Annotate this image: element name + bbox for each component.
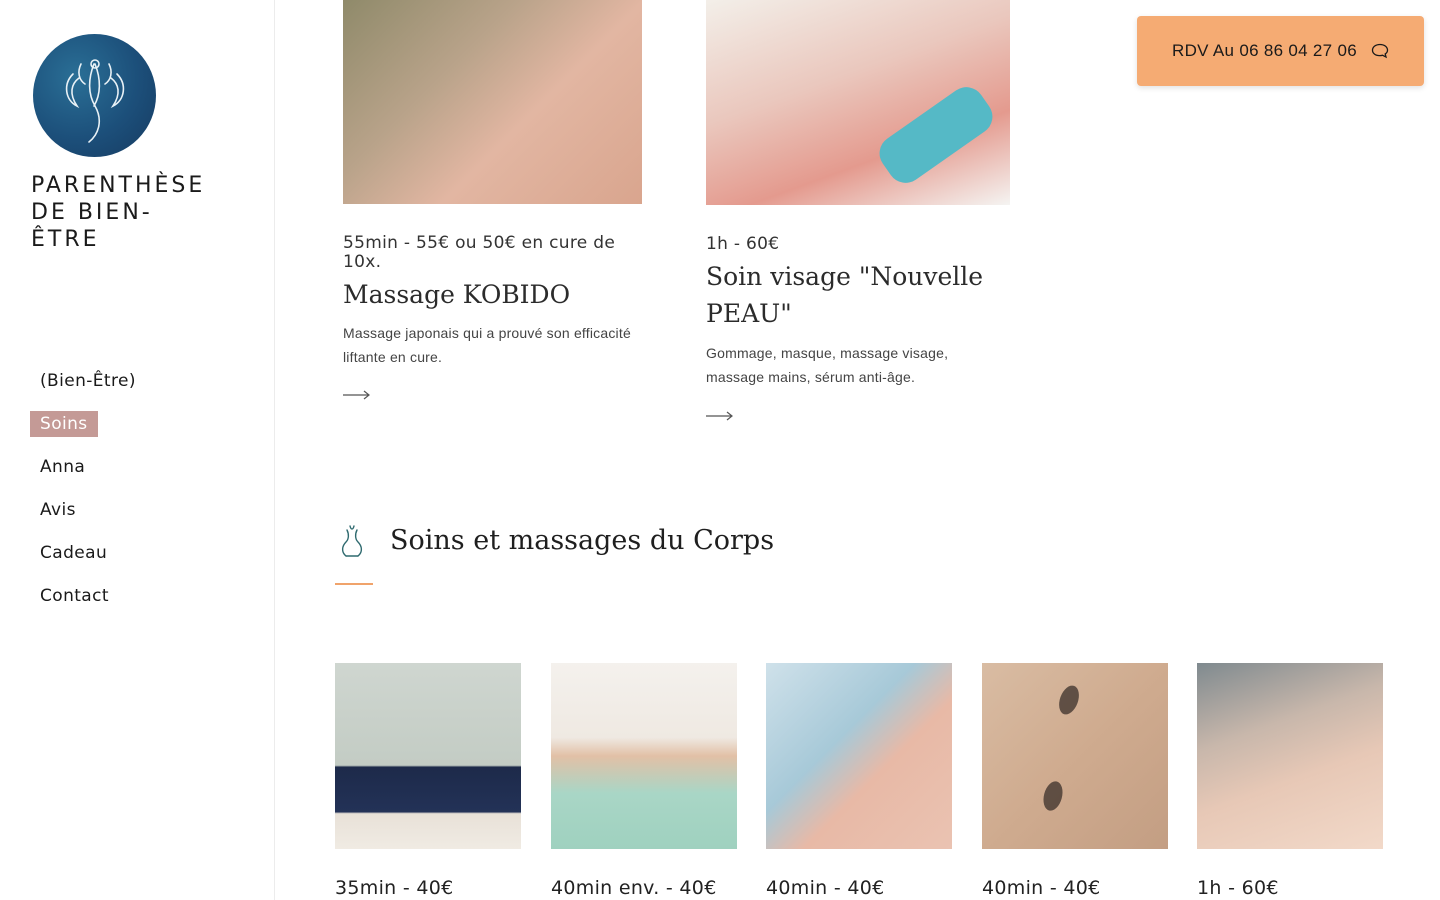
- body-card-3-price: 40min - 40€: [766, 877, 885, 899]
- body-card-4[interactable]: 40min - 40€: [982, 663, 1168, 899]
- peau-description: Gommage, masque, massage visage, massage…: [706, 345, 949, 385]
- kobido-arrow-icon[interactable]: [343, 390, 371, 400]
- kobido-description: Massage japonais qui a prouvé son effica…: [343, 325, 631, 365]
- body-silhouette-icon: [338, 522, 366, 558]
- main-nav: (Bien-Être) Soins Anna Avis Cadeau Conta…: [30, 368, 146, 626]
- body-card-3[interactable]: 40min - 40€: [766, 663, 952, 899]
- body-card-1-image[interactable]: [335, 663, 521, 849]
- nav-item-cadeau[interactable]: Cadeau: [30, 540, 117, 566]
- speech-bubble-icon: [1371, 43, 1389, 59]
- section-title: Soins et massages du Corps: [390, 525, 775, 556]
- logo[interactable]: [33, 34, 156, 157]
- peau-image[interactable]: [706, 0, 1010, 205]
- peau-arrow-icon[interactable]: [706, 411, 734, 421]
- kobido-image[interactable]: [343, 0, 642, 204]
- sidebar: PARENTHÈSE DE BIEN- ÊTRE (Bien-Être) Soi…: [0, 0, 275, 900]
- peau-meta: 1h - 60€: [706, 234, 780, 254]
- kobido-title[interactable]: Massage KOBIDO: [343, 276, 643, 313]
- body-card-5-price: 1h - 60€: [1197, 877, 1279, 899]
- body-card-3-image[interactable]: [766, 663, 952, 849]
- peau-title[interactable]: Soin visage "Nouvelle PEAU": [706, 258, 1006, 332]
- body-card-2-image[interactable]: [551, 663, 737, 849]
- nav-item-anna[interactable]: Anna: [30, 454, 95, 480]
- nav-item-soins[interactable]: Soins: [30, 411, 98, 437]
- body-card-2[interactable]: 40min env. - 40€: [551, 663, 737, 899]
- rdv-button[interactable]: RDV Au 06 86 04 27 06: [1137, 16, 1424, 86]
- nav-item-contact[interactable]: Contact: [30, 583, 119, 609]
- body-card-1-price: 35min - 40€: [335, 877, 454, 899]
- kobido-meta: 55min - 55€ ou 50€ en cure de 10x.: [343, 233, 616, 272]
- body-card-5[interactable]: 1h - 60€: [1197, 663, 1383, 899]
- body-card-1[interactable]: 35min - 40€: [335, 663, 521, 899]
- body-card-5-image[interactable]: [1197, 663, 1383, 849]
- rdv-label: RDV Au 06 86 04 27 06: [1172, 41, 1357, 60]
- body-card-4-price: 40min - 40€: [982, 877, 1101, 899]
- nav-item-avis[interactable]: Avis: [30, 497, 86, 523]
- brand-name[interactable]: PARENTHÈSE DE BIEN- ÊTRE: [31, 172, 231, 253]
- body-card-2-price: 40min env. - 40€: [551, 877, 717, 899]
- nav-item-bien-etre[interactable]: (Bien-Être): [30, 368, 146, 394]
- section-divider: [335, 583, 373, 585]
- body-card-4-image[interactable]: [982, 663, 1168, 849]
- logo-figure-icon: [65, 59, 125, 143]
